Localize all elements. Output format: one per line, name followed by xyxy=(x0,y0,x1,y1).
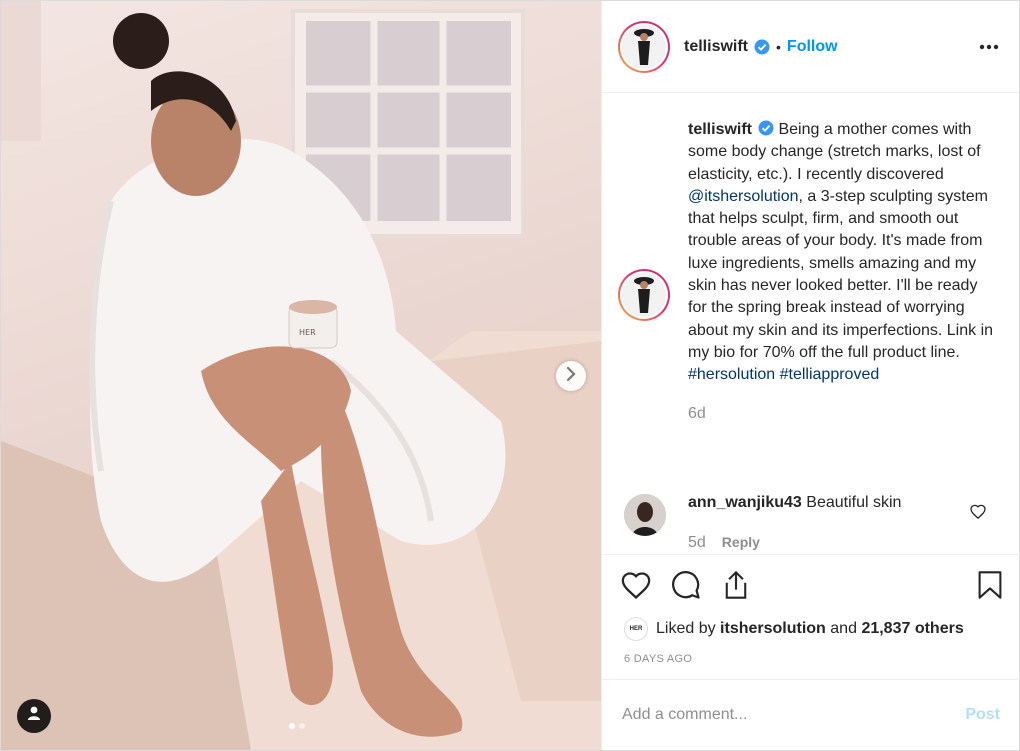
post-actions-section: HER Liked by itshersolution and 21,837 o… xyxy=(602,554,1020,678)
svg-text:HER: HER xyxy=(299,328,316,337)
carousel-dot xyxy=(299,723,305,729)
likes-prefix: Liked by xyxy=(656,620,716,637)
carousel-indicator xyxy=(289,723,305,729)
author-avatar-image xyxy=(634,28,654,65)
carousel-dot-active xyxy=(289,723,295,729)
post-modal: HER telliswift • Follow telliswift Being… xyxy=(0,0,1020,751)
verified-badge-icon xyxy=(754,39,770,55)
caption-timestamp[interactable]: 6d xyxy=(688,405,998,423)
likes-middle: and xyxy=(830,620,857,637)
post-details-panel: telliswift • Follow telliswift Being a m… xyxy=(601,1,1020,750)
mention-link[interactable]: @itshersolution xyxy=(688,188,799,205)
hashtag-link[interactable]: #hersolution xyxy=(688,366,775,383)
more-options-icon[interactable] xyxy=(979,37,999,55)
tagged-users-button[interactable] xyxy=(17,699,51,733)
post-date[interactable]: 6 DAYS AGO xyxy=(624,653,692,665)
add-comment-bar: Post xyxy=(602,679,1020,750)
likes-count-link[interactable]: 21,837 others xyxy=(861,620,963,638)
reply-button[interactable]: Reply xyxy=(722,534,760,550)
verified-badge-icon xyxy=(758,120,774,136)
chevron-right-icon xyxy=(565,366,577,386)
user-tag-icon xyxy=(27,706,41,726)
caption-avatar-image xyxy=(634,277,654,313)
commenter-username[interactable]: ann_wanjiku43 xyxy=(688,494,802,511)
share-icon[interactable] xyxy=(720,569,752,601)
hashtag-link[interactable]: #telliapproved xyxy=(780,366,880,383)
commenter-avatar[interactable] xyxy=(624,494,666,536)
comment-like-heart-icon[interactable] xyxy=(970,504,986,524)
caption-text: telliswift Being a mother comes with som… xyxy=(688,119,998,387)
author-username[interactable]: telliswift xyxy=(684,38,748,56)
bookmark-icon[interactable] xyxy=(974,569,1006,601)
comment-icon[interactable] xyxy=(670,569,702,601)
next-photo-button[interactable] xyxy=(556,361,586,391)
author-avatar[interactable] xyxy=(618,20,670,73)
caption-body-2: , a 3-step sculpting system that helps s… xyxy=(688,187,994,361)
comment-text: Beautiful skin xyxy=(801,494,902,511)
comment-timestamp[interactable]: 5d xyxy=(688,534,706,552)
caption-author-avatar[interactable] xyxy=(618,269,670,321)
comment-item: ann_wanjiku43 Beautiful skin 5d Reply xyxy=(624,494,1004,552)
photo-scene: HER xyxy=(1,1,601,750)
comment-input[interactable] xyxy=(622,706,966,724)
post-comment-button[interactable]: Post xyxy=(965,706,1000,724)
caption-username[interactable]: telliswift xyxy=(688,121,752,138)
likes-summary: HER Liked by itshersolution and 21,837 o… xyxy=(624,617,964,641)
follow-button[interactable]: Follow xyxy=(787,38,838,56)
liker-avatar[interactable]: HER xyxy=(624,617,648,641)
post-header: telliswift • Follow xyxy=(602,1,1019,93)
post-caption: telliswift Being a mother comes with som… xyxy=(618,119,998,423)
heart-icon[interactable] xyxy=(620,569,652,601)
liker-username[interactable]: itshersolution xyxy=(720,620,826,638)
post-photo[interactable]: HER xyxy=(1,1,601,750)
separator-dot: • xyxy=(776,38,781,55)
